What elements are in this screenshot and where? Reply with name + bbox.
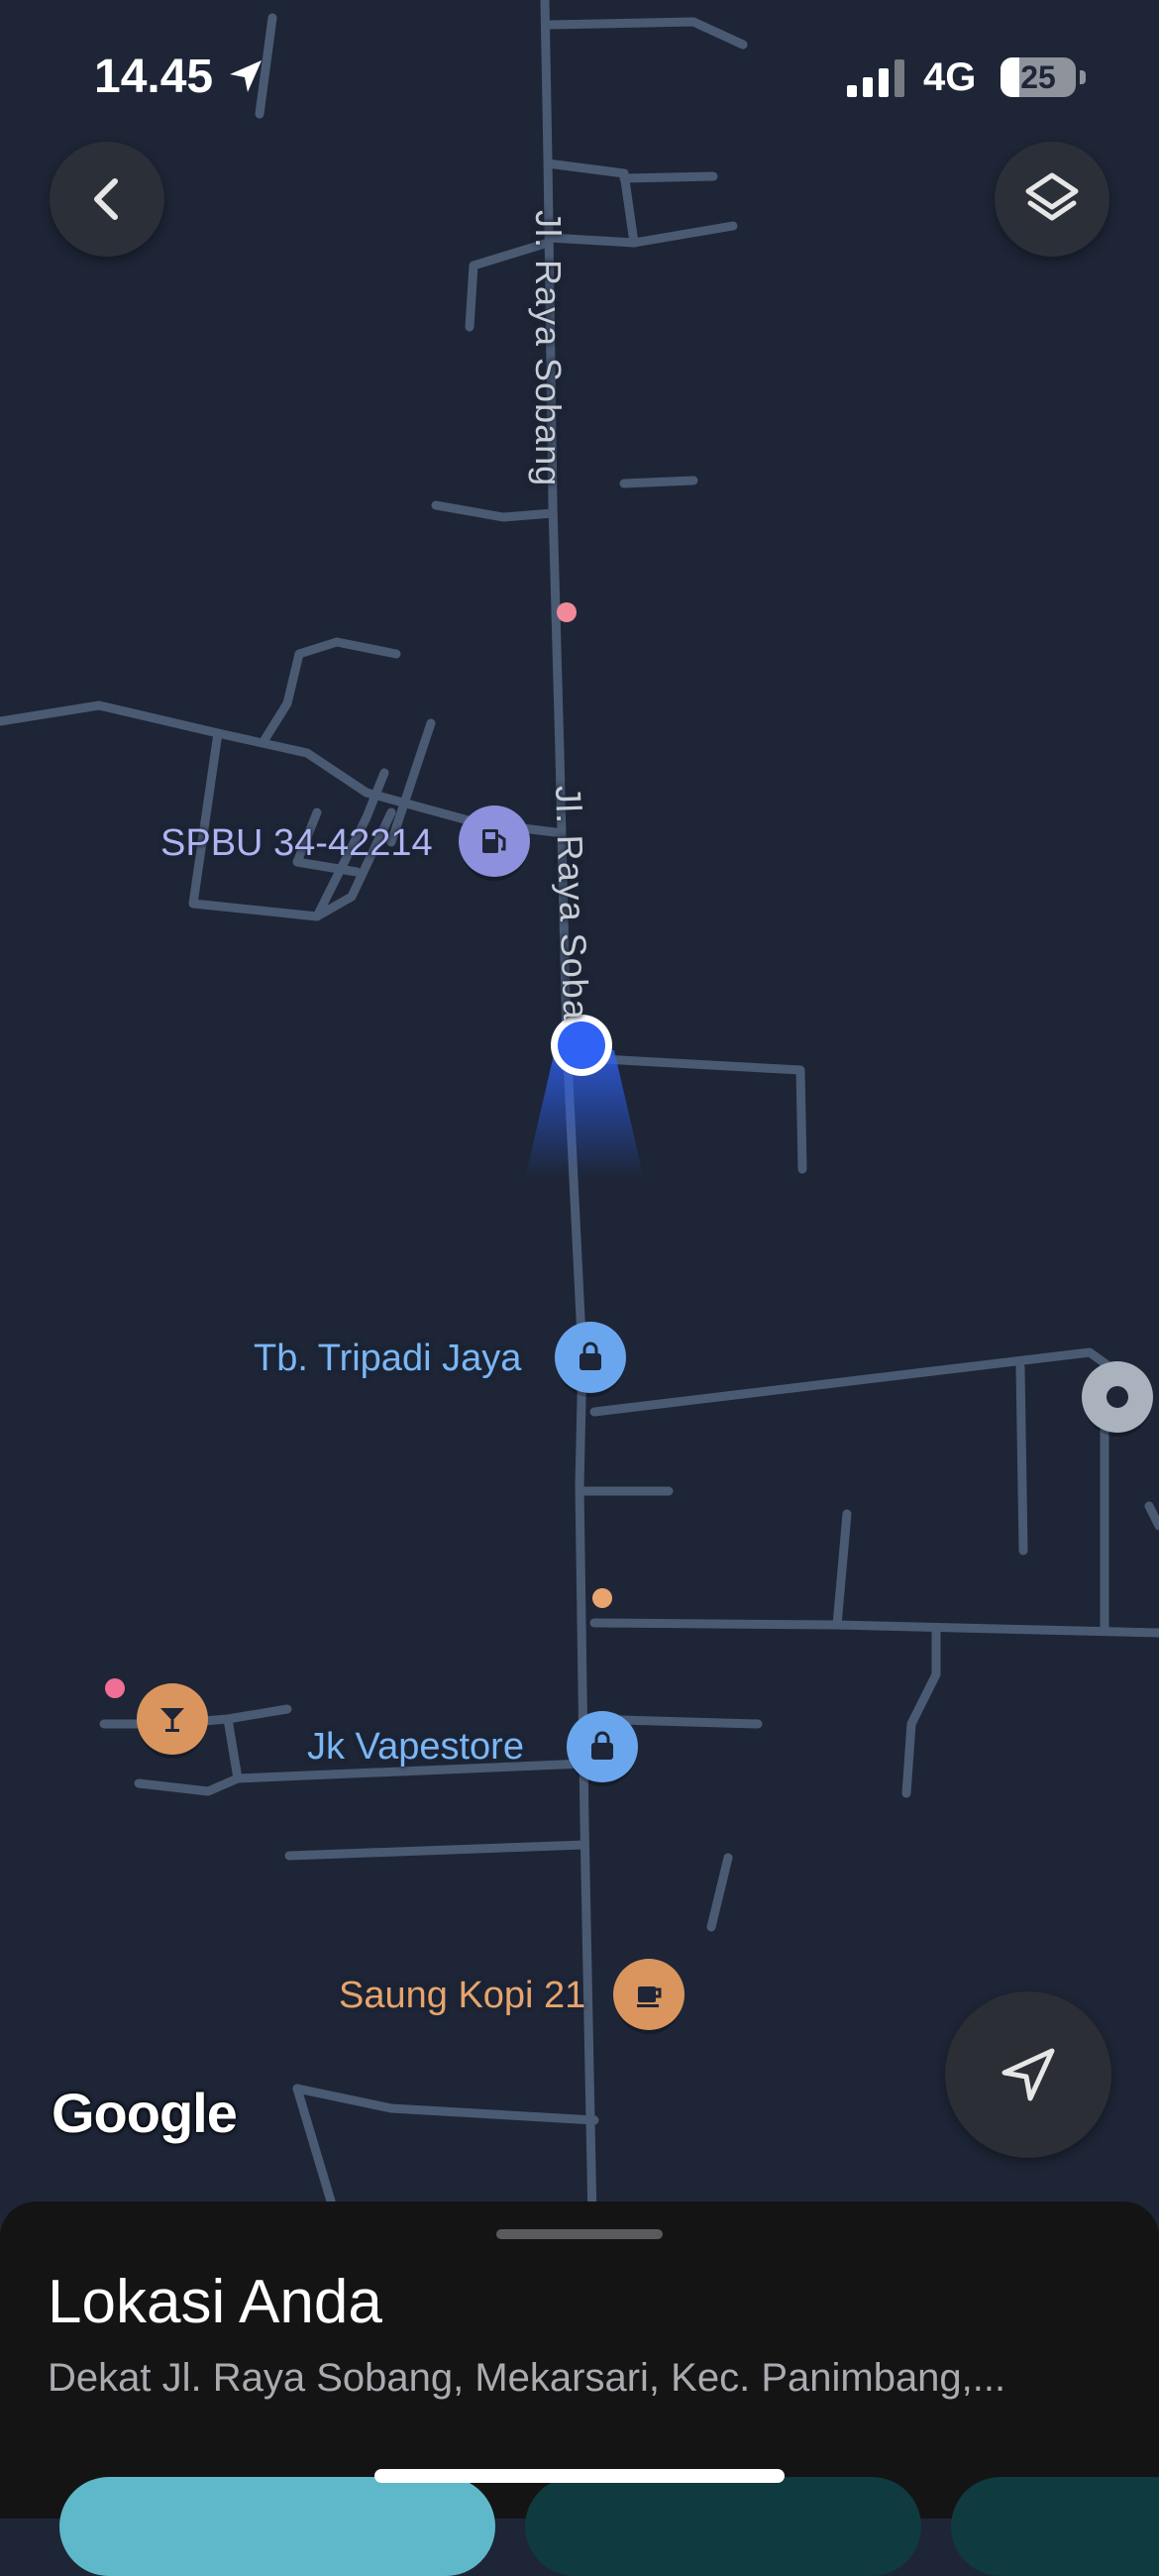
more-action-button[interactable]	[951, 2477, 1159, 2576]
recenter-button[interactable]	[945, 1991, 1111, 2158]
cocktail-icon	[160, 1708, 184, 1732]
coffee-cup-icon	[637, 1986, 662, 2007]
shopping-pin[interactable]	[555, 1322, 626, 1393]
bar-pin[interactable]	[137, 1683, 208, 1755]
poi-label-spbu[interactable]: SPBU 34-42214	[160, 822, 433, 865]
poi-label-vapestore[interactable]: Jk Vapestore	[307, 1726, 524, 1769]
status-time: 14.45	[94, 50, 265, 104]
battery-cap	[1080, 70, 1086, 84]
shopping-pin[interactable]	[567, 1711, 638, 1782]
shopping-bag-icon	[580, 1342, 601, 1370]
back-button[interactable]	[50, 142, 164, 257]
back-arrow-icon	[94, 178, 118, 220]
road-network	[0, 0, 1159, 2219]
road-label: Jl. Raya Sobang	[528, 210, 569, 487]
poi-label-tripadi[interactable]: Tb. Tripadi Jaya	[254, 1338, 521, 1380]
minor-poi-dot[interactable]	[592, 1588, 612, 1608]
battery-icon: 25	[1001, 57, 1076, 97]
minor-poi-dot[interactable]	[105, 1678, 125, 1698]
navigation-arrow-icon	[1001, 2048, 1055, 2101]
location-services-icon	[230, 60, 263, 92]
sheet-title: Lokasi Anda	[48, 2268, 382, 2336]
poi-label-saung-kopi[interactable]: Saung Kopi 21	[339, 1975, 585, 2017]
place-pin[interactable]	[1082, 1361, 1153, 1433]
gas-station-icon	[482, 829, 506, 853]
minor-poi-dot[interactable]	[557, 602, 577, 622]
sheet-drag-handle[interactable]	[496, 2229, 663, 2239]
gas-station-pin[interactable]	[459, 805, 530, 877]
network-type: 4G	[923, 55, 977, 99]
battery-level: 25	[1020, 58, 1056, 95]
map-view[interactable]: Jl. Raya Sobang Jl. Raya Soba SPBU 34-42…	[0, 0, 1159, 2219]
shopping-bag-icon	[591, 1731, 613, 1760]
layers-button[interactable]	[995, 142, 1109, 257]
status-bar: 14.45 4G 25	[0, 0, 1159, 149]
home-indicator[interactable]	[374, 2469, 785, 2483]
road-label: Jl. Raya Soba	[548, 785, 597, 1021]
signal-icon	[847, 59, 904, 97]
google-logo: Google	[52, 2082, 238, 2144]
sheet-address: Dekat Jl. Raya Sobang, Mekarsari, Kec. P…	[48, 2356, 1006, 2400]
primary-action-button[interactable]	[59, 2477, 495, 2576]
place-icon	[1106, 1386, 1128, 1408]
cafe-pin[interactable]	[613, 1959, 685, 2030]
layers-icon	[1025, 172, 1079, 221]
secondary-action-button[interactable]	[525, 2477, 921, 2576]
